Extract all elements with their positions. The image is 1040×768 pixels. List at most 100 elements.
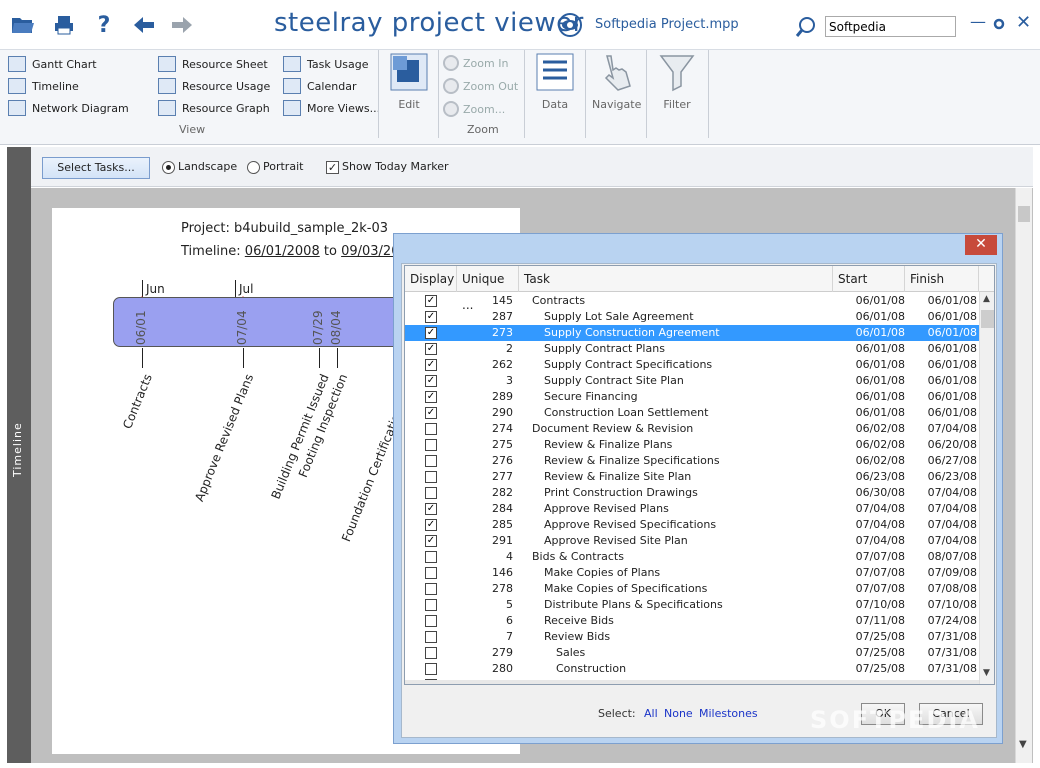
grid-vertical-scrollbar[interactable]: ▲ ▼: [979, 292, 994, 684]
calendar-button[interactable]: Calendar: [283, 78, 356, 94]
table-row[interactable]: 278 Make Copies of Specifications 07/07/08…: [405, 581, 979, 597]
table-row[interactable]: ✓ 289 Secure Financing 06/01/08 06/01/08: [405, 389, 979, 405]
table-row[interactable]: 280 Construction 07/25/08 07/31/08: [405, 661, 979, 677]
display-checkbox[interactable]: [425, 615, 437, 627]
display-checkbox[interactable]: ✓: [425, 295, 437, 307]
display-checkbox[interactable]: [425, 567, 437, 579]
display-checkbox[interactable]: [425, 551, 437, 563]
show-today-checkbox[interactable]: ✓: [326, 161, 339, 174]
select-tasks-button[interactable]: Select Tasks...: [42, 157, 150, 179]
help-icon[interactable]: ?: [91, 12, 117, 38]
display-checkbox[interactable]: ✓: [425, 519, 437, 531]
display-checkbox[interactable]: ✓: [425, 407, 437, 419]
table-row[interactable]: 275 Review & Finalize Plans 06/02/08 06/20/…: [405, 437, 979, 453]
filter-button[interactable]: Filter: [657, 52, 697, 111]
timeline-bar[interactable]: [113, 297, 403, 347]
navigate-button[interactable]: Navigate: [592, 52, 641, 111]
resource-graph-button[interactable]: Resource Graph: [158, 100, 270, 116]
table-row[interactable]: 6 Receive Bids 07/11/08 07/24/08: [405, 613, 979, 629]
column-header-task[interactable]: Task: [519, 266, 833, 292]
table-row[interactable]: ✓ 284 Approve Revised Plans 07/04/08 07/04/0…: [405, 501, 979, 517]
table-row[interactable]: ✓ 290 Construction Loan Settlement 06/01/08…: [405, 405, 979, 421]
back-arrow-icon[interactable]: [131, 12, 157, 38]
timeline-side-tab[interactable]: Timeline: [7, 147, 31, 763]
table-row[interactable]: ✓ 262 Supply Contract Specifications 06/01/…: [405, 357, 979, 373]
table-row[interactable]: ✓ 2 Supply Contract Plans 06/01/08 06/01/08: [405, 341, 979, 357]
landscape-radio[interactable]: [162, 161, 175, 174]
display-checkbox[interactable]: [425, 455, 437, 467]
timeline-options-bar: Select Tasks... Landscape Portrait ✓ Sho…: [31, 147, 1033, 187]
display-checkbox[interactable]: ✓: [425, 311, 437, 323]
scroll-down-icon[interactable]: ▼: [983, 668, 990, 678]
display-checkbox[interactable]: [425, 631, 437, 643]
close-icon[interactable]: ✕: [1016, 12, 1031, 33]
column-header-display[interactable]: Display: [405, 266, 457, 292]
edit-button[interactable]: Edit: [389, 52, 429, 111]
start-date-cell: 07/07/08: [855, 566, 905, 579]
table-row[interactable]: 279 Sales 07/25/08 07/31/08: [405, 645, 979, 661]
table-row[interactable]: 282 Print Construction Drawings 06/30/08 07…: [405, 485, 979, 501]
print-icon[interactable]: [51, 12, 77, 38]
table-row[interactable]: ✓ 145 Contracts 06/01/08 06/01/08: [405, 293, 979, 309]
scrollbar-thumb[interactable]: [1018, 206, 1030, 222]
dialog-close-button[interactable]: ✕: [965, 235, 997, 255]
display-checkbox[interactable]: [425, 663, 437, 675]
table-row[interactable]: 276 Review & Finalize Specifications 06/02…: [405, 453, 979, 469]
scrollbar-thumb[interactable]: [981, 310, 994, 328]
display-checkbox[interactable]: ✓: [425, 343, 437, 355]
forward-arrow-icon[interactable]: [169, 12, 195, 38]
table-row[interactable]: 7 Review Bids 07/25/08 07/31/08: [405, 629, 979, 645]
minimize-icon[interactable]: —: [970, 12, 986, 31]
scroll-down-icon[interactable]: ▼: [1019, 739, 1027, 750]
column-header-unique-id[interactable]: Unique ...: [457, 266, 519, 312]
timeline-start-date[interactable]: 06/01/2008: [245, 244, 320, 259]
display-checkbox[interactable]: [425, 471, 437, 483]
table-row[interactable]: 274 Document Review & Revision 06/02/08 07/…: [405, 421, 979, 437]
resource-sheet-button[interactable]: Resource Sheet: [158, 56, 268, 72]
select-milestones-link[interactable]: Milestones: [699, 707, 758, 720]
display-checkbox[interactable]: [425, 487, 437, 499]
table-row[interactable]: 146 Make Copies of Plans 07/07/08 07/09/08: [405, 565, 979, 581]
display-checkbox[interactable]: [425, 647, 437, 659]
zoom-in-button[interactable]: Zoom In: [443, 55, 508, 71]
table-row[interactable]: 277 Review & Finalize Site Plan 06/23/08 06…: [405, 469, 979, 485]
zoom-dialog-button[interactable]: Zoom...: [443, 101, 505, 117]
grid-horizontal-scrollbar[interactable]: [405, 680, 979, 684]
task-usage-button[interactable]: Task Usage: [283, 56, 369, 72]
gantt-chart-button[interactable]: Gantt Chart: [8, 56, 97, 72]
timeline-button[interactable]: Timeline: [8, 78, 79, 94]
canvas-scrollbar[interactable]: ▼: [1015, 188, 1032, 763]
select-none-link[interactable]: None: [664, 707, 693, 720]
portrait-radio[interactable]: [247, 161, 260, 174]
table-row[interactable]: ✓ 285 Approve Revised Specifications 07/04/…: [405, 517, 979, 533]
network-diagram-button[interactable]: Network Diagram: [8, 100, 129, 116]
table-row[interactable]: ✓ 287 Supply Lot Sale Agreement 06/01/08 06/…: [405, 309, 979, 325]
display-checkbox[interactable]: ✓: [425, 359, 437, 371]
data-button[interactable]: Data: [535, 52, 575, 111]
search-input[interactable]: [825, 16, 956, 37]
display-checkbox[interactable]: [425, 423, 437, 435]
column-header-finish[interactable]: Finish: [905, 266, 979, 292]
open-folder-icon[interactable]: [10, 12, 36, 38]
display-checkbox[interactable]: ✓: [425, 327, 437, 339]
zoom-out-button[interactable]: Zoom Out: [443, 78, 518, 94]
table-row[interactable]: ✓ 291 Approve Revised Site Plan 07/04/08 07/…: [405, 533, 979, 549]
column-header-start[interactable]: Start: [833, 266, 905, 292]
display-checkbox[interactable]: ✓: [425, 391, 437, 403]
scroll-up-icon[interactable]: ▲: [983, 294, 990, 304]
restore-icon[interactable]: [993, 15, 1005, 34]
search-icon[interactable]: [795, 16, 817, 41]
display-checkbox[interactable]: ✓: [425, 375, 437, 387]
display-checkbox[interactable]: ✓: [425, 535, 437, 547]
display-checkbox[interactable]: ✓: [425, 503, 437, 515]
display-checkbox[interactable]: [425, 439, 437, 451]
table-row[interactable]: 5 Distribute Plans & Specifications 07/10/…: [405, 597, 979, 613]
resource-usage-button[interactable]: Resource Usage: [158, 78, 270, 94]
display-checkbox[interactable]: [425, 583, 437, 595]
display-checkbox[interactable]: [425, 599, 437, 611]
more-views-button[interactable]: More Views...: [283, 100, 380, 116]
table-row[interactable]: 4 Bids & Contracts 07/07/08 08/07/08: [405, 549, 979, 565]
select-all-link[interactable]: All: [644, 707, 658, 720]
table-row[interactable]: ✓ 273 Supply Construction Agreement 06/01/0…: [405, 325, 979, 341]
table-row[interactable]: ✓ 3 Supply Contract Site Plan 06/01/08 06/01…: [405, 373, 979, 389]
